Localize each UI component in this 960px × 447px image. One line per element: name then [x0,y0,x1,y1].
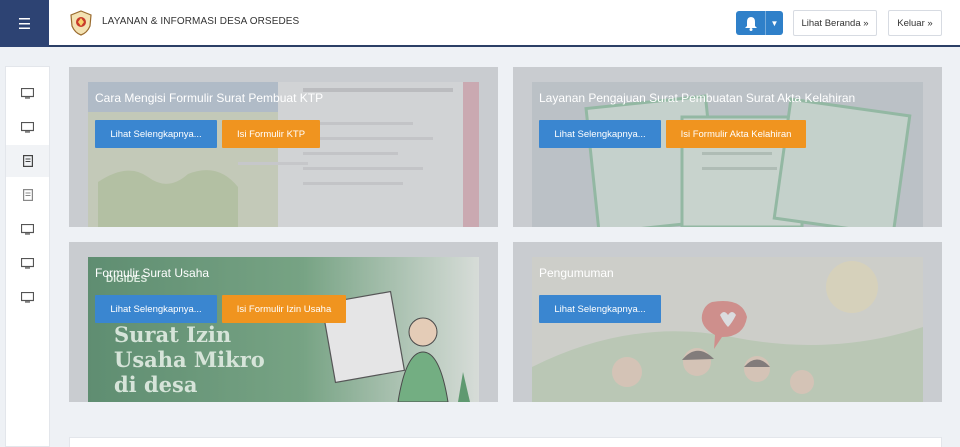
view-more-button[interactable]: Lihat Selengkapnya... [539,120,661,148]
view-more-button[interactable]: Lihat Selengkapnya... [95,295,217,323]
document-icon [22,189,33,201]
card-business-permit: DIGIDES Surat Izin Usaha Mikro di desa F… [69,242,498,402]
monitor-icon [21,121,34,133]
sidebar-item-7[interactable] [6,281,49,313]
app-title: LAYANAN & INFORMASI DESA ORSEDES [102,16,300,27]
monitor-icon [21,257,34,269]
card-birth-certificate: Layanan Pengajuan Surat Pembuatan Surat … [513,67,942,227]
card-title: Formulir Surat Usaha [95,266,210,280]
sidebar-item-1[interactable] [6,77,49,109]
sidebar-item-3[interactable] [6,145,49,177]
sidebar-item-4[interactable] [6,179,49,211]
fill-ktp-form-button[interactable]: Isi Formulir KTP [222,120,320,148]
sidebar [5,66,50,447]
document-icon [22,155,33,167]
image-headline: Surat Izin Usaha Mikro di desa [114,322,265,397]
sidebar-item-6[interactable] [6,247,49,279]
view-more-button[interactable]: Lihat Selengkapnya... [95,120,217,148]
card-ktp: Cara Mengisi Formulir Surat Pembuat KTP … [69,67,498,227]
fill-birth-certificate-form-button[interactable]: Isi Formulir Akta Kelahiran [666,120,806,148]
monitor-icon [21,87,34,99]
sidebar-item-5[interactable] [6,213,49,245]
card-title: Pengumuman [539,266,614,280]
card-title: Layanan Pengajuan Surat Pembuatan Surat … [539,91,856,105]
home-button[interactable]: Lihat Beranda » [793,10,877,36]
monitor-icon [21,291,34,303]
caret-down-icon: ▼ [770,18,779,28]
bell-icon [736,11,766,35]
bottom-panel [69,437,942,447]
hamburger-menu-button[interactable]: ☰ [0,0,49,47]
top-header: ☰ LAYANAN & INFORMASI DESA ORSEDES ▼ Lih… [0,0,960,47]
fill-business-permit-form-button[interactable]: Isi Formulir Izin Usaha [222,295,346,323]
card-title: Cara Mengisi Formulir Surat Pembuat KTP [95,91,324,105]
logout-button[interactable]: Keluar » [888,10,942,36]
view-more-button[interactable]: Lihat Selengkapnya... [539,295,661,323]
monitor-icon [21,223,34,235]
card-announcement: Pengumuman Lihat Selengkapnya... [513,242,942,402]
hamburger-icon: ☰ [17,15,32,33]
notification-dropdown-button[interactable]: ▼ [736,11,783,35]
sidebar-item-2[interactable] [6,111,49,143]
village-emblem-icon [70,10,92,36]
